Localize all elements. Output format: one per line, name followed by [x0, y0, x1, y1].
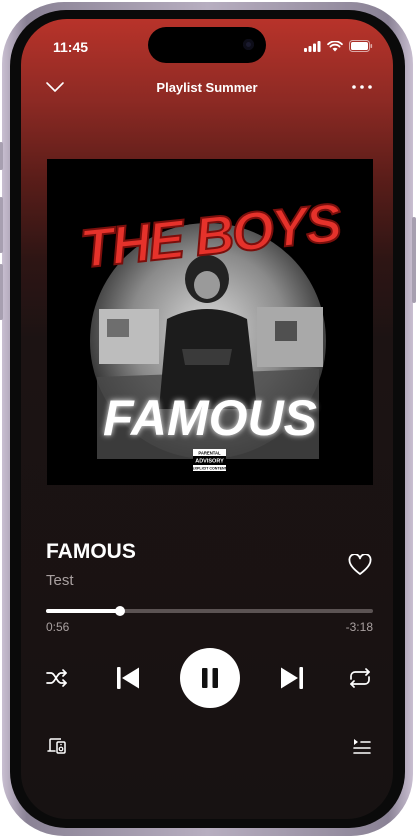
signal-icon — [304, 40, 321, 52]
devices-icon[interactable] — [47, 737, 67, 755]
status-time: 11:45 — [53, 39, 89, 55]
time-remaining: -3:18 — [345, 620, 373, 634]
album-cover: THE BOYS FAMOUS FAMOUS PARENTAL ADVISORY… — [47, 159, 373, 485]
advisory-line3: EXPLICIT CONTENT — [192, 467, 227, 471]
next-button[interactable] — [279, 666, 305, 690]
playlist-title: Playlist Summer — [156, 80, 258, 95]
album-art: THE BOYS FAMOUS FAMOUS PARENTAL ADVISORY… — [47, 159, 373, 485]
queue-icon[interactable] — [352, 737, 372, 755]
previous-icon — [117, 667, 139, 689]
previous-button[interactable] — [115, 666, 141, 690]
player-header: Playlist Summer — [21, 79, 393, 99]
more-icon[interactable] — [351, 83, 373, 91]
repeat-icon — [350, 668, 370, 688]
advisory-line1: PARENTAL — [198, 451, 221, 456]
silent-switch — [0, 142, 3, 170]
shuffle-icon — [46, 669, 67, 687]
repeat-button[interactable] — [347, 667, 373, 689]
track-title: FAMOUS — [46, 540, 136, 563]
next-icon — [281, 667, 303, 689]
pause-button[interactable] — [180, 648, 240, 708]
status-icons — [304, 40, 373, 52]
battery-icon — [349, 40, 373, 52]
track-artist[interactable]: Test — [46, 572, 74, 589]
heart-icon[interactable] — [348, 554, 372, 576]
cover-title: FAMOUS — [103, 390, 317, 446]
shuffle-button[interactable] — [45, 667, 69, 689]
power-button — [412, 217, 416, 303]
pause-icon — [202, 668, 218, 688]
time-elapsed: 0:56 — [46, 620, 70, 634]
screen: 11:45 Playlist Summer THE BOYS FAMOUS FA… — [21, 19, 393, 819]
camera — [243, 39, 254, 50]
dynamic-island — [148, 27, 266, 63]
volume-up-button — [0, 197, 3, 253]
wifi-icon — [327, 40, 343, 51]
progress-bar[interactable] — [46, 606, 373, 616]
progress-thumb[interactable] — [115, 606, 126, 616]
progress-fill — [46, 609, 121, 613]
advisory-line2: ADVISORY — [195, 459, 224, 465]
volume-down-button — [0, 264, 3, 320]
